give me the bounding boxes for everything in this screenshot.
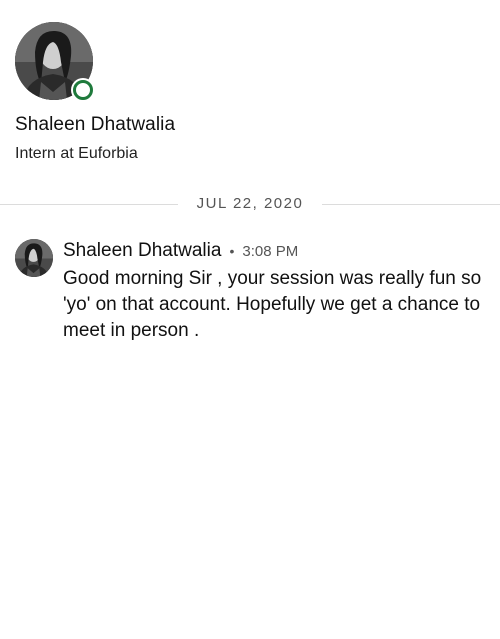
message-text: Good morning Sir , your session was real… — [63, 268, 482, 341]
message-sender-avatar[interactable] — [15, 239, 53, 277]
separator-dot: • — [229, 243, 235, 259]
message-timestamp: 3:08 PM — [242, 243, 299, 260]
profile-headline: Intern at Euforbia — [15, 145, 138, 162]
message-header: Shaleen Dhatwalia • 3:08 PM — [63, 240, 298, 262]
date-divider: JUL 22, 2020 — [196, 195, 304, 212]
profile-name[interactable]: Shaleen Dhatwalia — [15, 114, 175, 136]
person-photo-icon — [15, 239, 53, 277]
online-status-indicator — [73, 80, 93, 100]
divider-line-left — [0, 204, 178, 205]
divider-line-right — [322, 204, 500, 205]
message-sender-name[interactable]: Shaleen Dhatwalia — [63, 240, 221, 262]
